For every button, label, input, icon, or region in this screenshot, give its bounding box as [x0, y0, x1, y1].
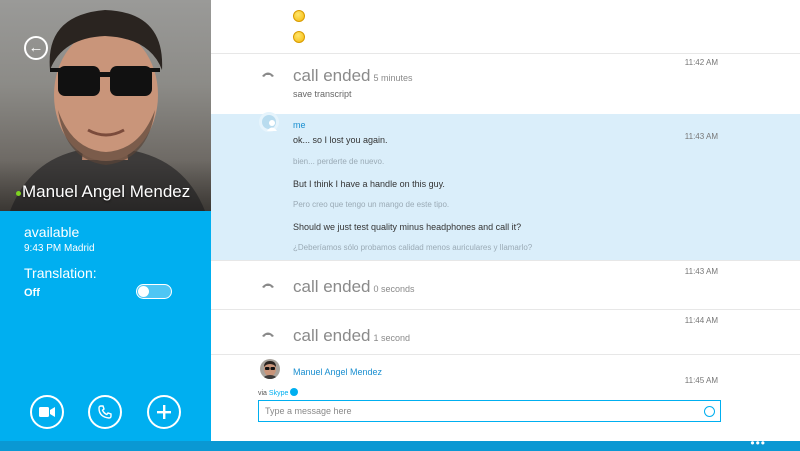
more-options-icon[interactable]: •••	[750, 437, 766, 449]
back-arrow-icon[interactable]: ←	[24, 36, 48, 60]
contact-avatar	[260, 359, 280, 379]
save-transcript-link[interactable]: save transcript	[293, 89, 352, 99]
presence-indicator	[16, 191, 21, 196]
audio-call-button[interactable]	[88, 395, 122, 429]
call-ended-label: call ended	[293, 326, 371, 345]
sender-name-contact: Manuel Angel Mendez	[293, 367, 383, 377]
video-camera-icon	[39, 407, 55, 417]
hangup-icon	[262, 332, 274, 337]
message-translation: ¿Deberíamos sólo probamos calidad menos …	[293, 243, 533, 252]
contact-local-time: 9:43 PM Madrid	[24, 243, 95, 254]
call-ended-label: call ended	[293, 66, 371, 85]
call-duration: 0 seconds	[373, 284, 415, 294]
me-avatar	[259, 112, 279, 132]
contact-name: Manuel Angel Mendez	[22, 182, 191, 201]
video-call-button[interactable]	[30, 395, 64, 429]
translation-state: Off	[24, 287, 40, 299]
timestamp: 11:44 AM	[684, 316, 718, 325]
contact-status: available	[24, 224, 80, 240]
timestamp: 11:43 AM	[684, 267, 718, 276]
message-text: ok... so I lost you again.	[293, 135, 388, 145]
contact-photo	[0, 0, 211, 211]
divider	[211, 53, 800, 54]
timestamp: 11:43 AM	[684, 132, 718, 141]
plus-icon	[157, 405, 171, 419]
timestamp: 11:45 AM	[684, 376, 718, 385]
message-composer[interactable]	[258, 400, 721, 422]
translation-label: Translation:	[24, 265, 97, 281]
call-ended-event: call ended 5 minutes	[293, 66, 413, 86]
toggle-knob	[138, 286, 149, 297]
call-ended-event: call ended 1 second	[293, 326, 410, 346]
via-service-name[interactable]: Skype	[269, 390, 288, 397]
message-input[interactable]	[259, 401, 689, 421]
user-silhouette-icon	[267, 120, 277, 131]
call-ended-label: call ended	[293, 277, 371, 296]
add-button[interactable]	[147, 395, 181, 429]
chevron-down-icon[interactable]	[290, 388, 299, 396]
phone-icon	[98, 405, 112, 419]
contact-panel: ← Manuel Angel Mendez available 9:43 PM …	[0, 0, 211, 441]
divider	[211, 260, 800, 261]
via-prefix: via	[258, 390, 267, 397]
call-duration: 5 minutes	[373, 73, 413, 83]
message-text: But I think I have a handle on this guy.	[293, 179, 445, 189]
call-ended-event: call ended 0 seconds	[293, 277, 415, 297]
translation-toggle[interactable]	[136, 284, 172, 299]
timestamp: 11:42 AM	[684, 58, 718, 67]
call-duration: 1 second	[373, 333, 411, 343]
smiley-emoticon-icon	[293, 10, 305, 22]
conversation-pane[interactable]: 11:42 AM call ended 5 minutes save transc…	[211, 0, 800, 441]
emoticon-picker-icon[interactable]	[704, 406, 715, 417]
sender-name-me: me	[293, 120, 306, 130]
smiley-emoticon-icon	[293, 31, 305, 43]
via-service: via Skype	[258, 388, 299, 397]
message-translation: Pero creo que tengo un mango de este tip…	[293, 200, 450, 209]
message-translation: bien... perderte de nuevo.	[293, 157, 385, 166]
divider	[211, 354, 800, 355]
app-bar	[0, 441, 800, 451]
message-text: Should we just test quality minus headph…	[293, 222, 522, 232]
hangup-icon	[262, 72, 274, 77]
hangup-icon	[262, 283, 274, 288]
divider	[211, 309, 800, 310]
